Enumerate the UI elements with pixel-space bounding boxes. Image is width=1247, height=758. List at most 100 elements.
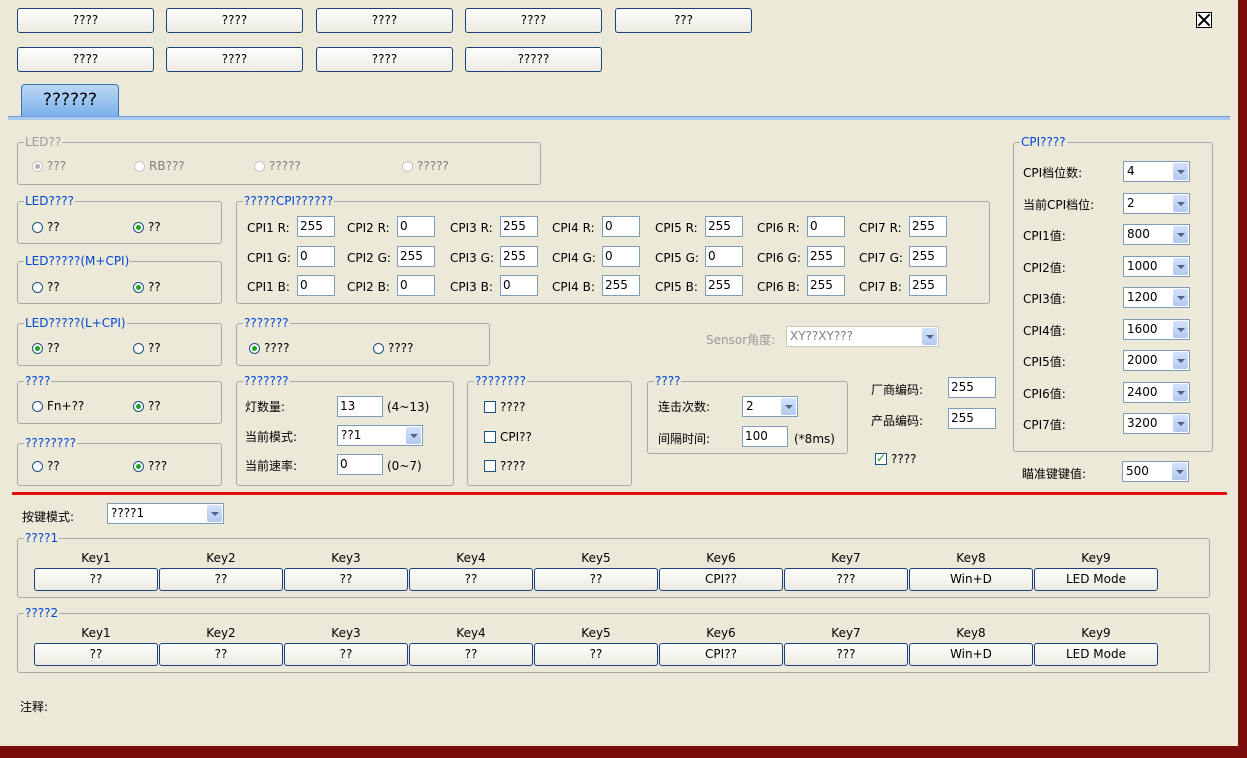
key-function-button[interactable]: ??: [534, 568, 658, 591]
cpi-panel-select[interactable]: 1200: [1123, 287, 1190, 308]
light-mode-select[interactable]: ??1: [337, 425, 423, 446]
cpi-color-input[interactable]: 0: [602, 216, 640, 237]
light-mode-label: 当前模式:: [245, 430, 298, 444]
cpi-panel-select[interactable]: 1000: [1123, 255, 1190, 277]
cpi-panel-select[interactable]: 2400: [1123, 381, 1190, 403]
key-function-button[interactable]: ??: [409, 643, 533, 666]
key-function-button[interactable]: Win+D: [909, 568, 1033, 591]
radio-eight-1[interactable]: ??: [32, 459, 60, 473]
key-function-button[interactable]: ??: [159, 643, 283, 666]
check-1[interactable]: ????: [484, 400, 525, 414]
key-function-button[interactable]: ???: [784, 643, 908, 666]
vendor-check[interactable]: ????: [875, 451, 916, 466]
key-function-button[interactable]: LED Mode: [1034, 568, 1158, 591]
cpi-panel-select[interactable]: 800: [1123, 224, 1190, 245]
chevron-down-icon: [1172, 463, 1187, 480]
cpi-color-input[interactable]: 255: [909, 216, 947, 237]
top-button-7[interactable]: ????: [166, 47, 303, 72]
cpi-color-input[interactable]: 0: [500, 275, 538, 296]
cpi-panel-select[interactable]: 2: [1123, 192, 1190, 214]
cpi-color-label: CPI3 R:: [450, 221, 493, 235]
key-group-1: ????1 Key1?? Key2?? Key3?? Key4?? Key5?? Key6…: [17, 531, 1210, 598]
top-button-8[interactable]: ????: [316, 47, 453, 72]
cpi-color-input[interactable]: 255: [397, 246, 435, 267]
checkbox-icon: [875, 451, 887, 465]
radio-mcpi-1[interactable]: ??: [32, 280, 60, 294]
click-count-select[interactable]: 2: [742, 396, 798, 417]
vendor-label: 厂商编码:: [871, 383, 924, 397]
cpi-color-input[interactable]: 0: [705, 246, 743, 267]
cpi-color-input[interactable]: 0: [297, 246, 335, 267]
radio-eight-2[interactable]: ???: [133, 459, 167, 473]
cpi-color-input[interactable]: 0: [397, 275, 435, 296]
cpi-color-input[interactable]: 0: [397, 216, 435, 237]
top-button-1[interactable]: ????: [17, 8, 154, 33]
key-function-button[interactable]: ??: [159, 568, 283, 591]
vendor-input[interactable]: 255: [948, 377, 996, 398]
top-button-9[interactable]: ?????: [465, 47, 602, 72]
radio-icon: [133, 222, 144, 233]
key-function-button[interactable]: CPI??: [659, 568, 783, 591]
sensor-select[interactable]: XY??XY???: [786, 326, 939, 347]
radio-led4-2[interactable]: ??: [133, 220, 161, 234]
radio-lcpi-1[interactable]: ??: [32, 341, 60, 355]
cpi-panel-select[interactable]: 1600: [1123, 318, 1190, 340]
cpi-panel-select[interactable]: 2000: [1123, 350, 1190, 371]
light-speed-input[interactable]: 0: [337, 454, 383, 475]
radio-mcpi-2[interactable]: ??: [133, 280, 161, 294]
top-button-2[interactable]: ????: [166, 8, 303, 33]
radio-led-1[interactable]: ???: [32, 159, 66, 173]
cpi-color-input[interactable]: 255: [705, 275, 743, 296]
cpi-color-input[interactable]: 255: [909, 246, 947, 267]
top-button-3[interactable]: ????: [316, 8, 453, 33]
radio-led4-1[interactable]: ??: [32, 220, 60, 234]
cpi-color-input[interactable]: 255: [602, 275, 640, 296]
product-input[interactable]: 255: [948, 408, 996, 429]
radio-fn-2[interactable]: ??: [133, 399, 161, 413]
cpi-color-input[interactable]: 0: [602, 246, 640, 267]
radio-fn-1[interactable]: Fn+??: [32, 399, 84, 413]
cpi-color-input[interactable]: 0: [297, 275, 335, 296]
check-cpi[interactable]: CPI??: [484, 430, 532, 444]
click-interval-input[interactable]: 100: [742, 426, 788, 447]
key-label: Key9: [1081, 551, 1111, 565]
cpi-color-input[interactable]: 0: [807, 216, 845, 237]
close-icon[interactable]: [1196, 12, 1212, 28]
top-button-6[interactable]: ????: [17, 47, 154, 72]
cpi-panel-select[interactable]: 4: [1123, 161, 1190, 182]
cpi-color-input[interactable]: 255: [909, 275, 947, 296]
radio-led-4[interactable]: ?????: [402, 159, 449, 173]
key-function-button[interactable]: ??: [409, 568, 533, 591]
cpi-color-input[interactable]: 255: [807, 275, 845, 296]
radio-led-3[interactable]: ?????: [254, 159, 301, 173]
key-function-button[interactable]: CPI??: [659, 643, 783, 666]
report-select[interactable]: 500: [1122, 461, 1189, 482]
radio-icon: [32, 401, 43, 412]
tab-main[interactable]: ??????: [21, 84, 119, 116]
cpi-color-input[interactable]: 255: [500, 216, 538, 237]
key-function-button[interactable]: Win+D: [909, 643, 1033, 666]
cpi-color-input[interactable]: 255: [500, 246, 538, 267]
key-function-button[interactable]: ???: [784, 568, 908, 591]
cpi-color-input[interactable]: 255: [297, 216, 335, 237]
cpi-color-input[interactable]: 255: [807, 246, 845, 267]
radio-led-2[interactable]: RB???: [134, 159, 185, 173]
key-function-button[interactable]: LED Mode: [1034, 643, 1158, 666]
key-mode-label: 按键模式:: [22, 510, 75, 524]
key-function-button[interactable]: ??: [284, 643, 408, 666]
radio-seven-1[interactable]: ????: [249, 341, 289, 355]
radio-seven-2[interactable]: ????: [373, 341, 413, 355]
cpi-color-input[interactable]: 255: [705, 216, 743, 237]
key-function-button[interactable]: ??: [34, 643, 158, 666]
key-function-button[interactable]: ??: [34, 568, 158, 591]
top-button-5[interactable]: ???: [615, 8, 752, 33]
key-mode-select[interactable]: ????1: [107, 503, 224, 524]
check-3[interactable]: ????: [484, 459, 525, 473]
top-button-4[interactable]: ????: [465, 8, 602, 33]
chevron-down-icon: [1173, 352, 1188, 369]
light-count-input[interactable]: 13: [337, 396, 383, 417]
key-function-button[interactable]: ??: [534, 643, 658, 666]
key-function-button[interactable]: ??: [284, 568, 408, 591]
radio-lcpi-2[interactable]: ??: [133, 341, 161, 355]
cpi-panel-select[interactable]: 3200: [1123, 413, 1190, 434]
